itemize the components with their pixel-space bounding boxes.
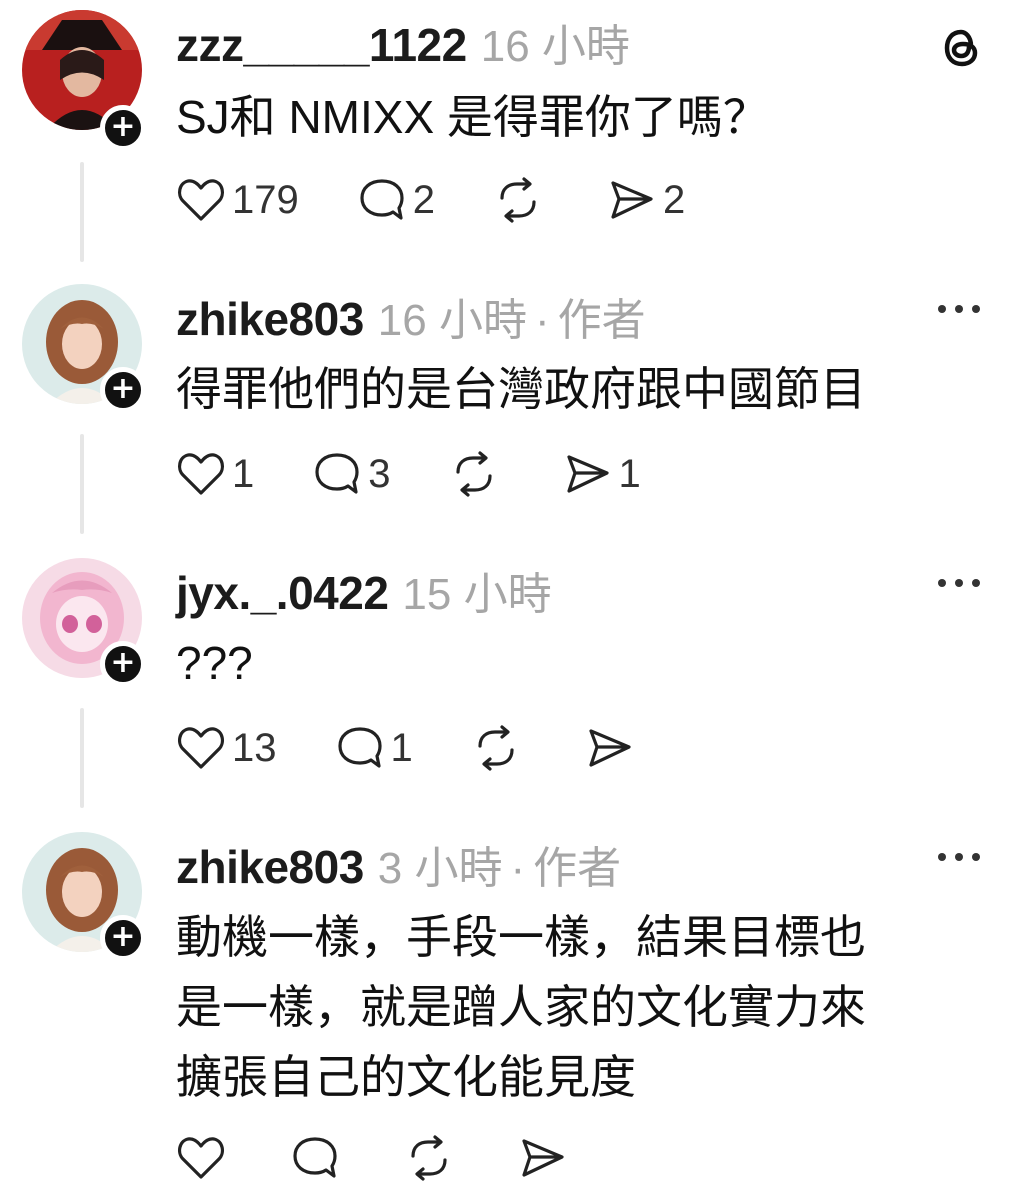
action-bar: 179 2 2 (176, 170, 743, 230)
timestamp: 16 小時 (480, 22, 630, 71)
comment-line: 擴張自己的文化能見度 (176, 1051, 636, 1103)
repost-button[interactable] (493, 176, 549, 224)
share-icon (522, 1139, 564, 1177)
follow-button[interactable]: + (100, 915, 146, 961)
like-button[interactable]: 1 (176, 451, 254, 497)
comment-line: 得罪他們的是台灣政府跟中國節目 (176, 363, 866, 415)
comment-text: 得罪他們的是台灣政府跟中國節目 (176, 354, 866, 424)
comment-line: 動機一樣，手段一樣，結果目標也 (176, 911, 866, 963)
comment-post-1: + zzz_____1122 16 小時 SJ和 NMIXX 是得罪你了嗎？ 1… (0, 10, 1027, 270)
reply-count: 2 (412, 177, 435, 222)
share-icon (566, 455, 609, 493)
post-header: jyx._.0422 15 小時 (176, 558, 552, 620)
thread-line (80, 434, 84, 534)
username[interactable]: zzz_____1122 (176, 18, 467, 72)
comment-text: 動機一樣，手段一樣，結果目標也 是一樣，就是蹭人家的文化實力來 擴張自己的文化能… (176, 902, 866, 1112)
post-header: zzz_____1122 16 小時 (176, 10, 630, 72)
share-button[interactable] (518, 1135, 574, 1181)
heart-icon (177, 1137, 225, 1179)
plus-icon: + (110, 371, 136, 406)
like-button[interactable] (176, 1135, 232, 1181)
like-count: 1 (232, 451, 255, 496)
reply-button[interactable] (290, 1134, 346, 1182)
reply-count: 3 (368, 451, 391, 496)
comment-post-3: + jyx._.0422 15 小時 ??? 13 1 (0, 558, 1027, 818)
comment-post-4: + zhike803 3 小時 · 作者 動機一樣，手段一樣，結果目標也 是一樣… (0, 832, 1027, 1192)
comment-line: ??? (176, 637, 253, 689)
reply-button[interactable]: 2 (357, 176, 435, 224)
repost-button[interactable] (404, 1134, 460, 1182)
repost-icon (455, 451, 492, 497)
comment-icon (337, 727, 382, 768)
action-bar (176, 1128, 632, 1188)
heart-icon (177, 453, 225, 495)
author-label: 作者 (557, 296, 646, 345)
reply-button[interactable]: 1 (335, 724, 413, 772)
separator-dot: · (510, 844, 526, 893)
plus-icon: + (110, 919, 136, 954)
share-icon (611, 181, 653, 219)
username[interactable]: zhike803 (176, 840, 364, 894)
comment-text: ??? (176, 628, 253, 698)
share-button[interactable] (585, 725, 641, 771)
comment-icon (315, 453, 359, 494)
share-button[interactable]: 1 (563, 451, 641, 497)
plus-icon: + (110, 109, 136, 144)
comment-line: 是一樣，就是蹭人家的文化實力來 (176, 981, 866, 1033)
reply-button[interactable]: 3 (312, 450, 391, 498)
comment-icon (293, 1137, 337, 1178)
share-button[interactable]: 2 (607, 177, 685, 223)
heart-icon (177, 179, 225, 221)
comment-icon (360, 179, 404, 220)
share-count: 1 (618, 451, 641, 496)
repost-icon (478, 725, 514, 771)
repost-button[interactable] (449, 450, 505, 498)
comment-post-2: + zhike803 16 小時 · 作者 得罪他們的是台灣政府跟中國節目 1 … (0, 284, 1027, 544)
author-label: 作者 (533, 844, 622, 893)
like-button[interactable]: 179 (176, 177, 299, 223)
action-bar: 1 3 1 (176, 444, 699, 504)
comment-line: SJ和 NMIXX 是得罪你了嗎？ (176, 91, 769, 143)
repost-icon (500, 177, 536, 223)
heart-icon (177, 727, 225, 769)
share-count: 2 (663, 177, 686, 222)
timestamp: 16 小時 (377, 296, 527, 345)
separator-dot: · (534, 296, 550, 345)
follow-button[interactable]: + (100, 367, 146, 413)
username[interactable]: zhike803 (176, 292, 364, 346)
follow-button[interactable]: + (100, 105, 146, 151)
thread-line (80, 708, 84, 808)
thread-line (80, 162, 84, 262)
repost-icon (411, 1135, 447, 1181)
like-count: 179 (232, 177, 299, 222)
comment-text: SJ和 NMIXX 是得罪你了嗎？ (176, 82, 769, 152)
post-header: zhike803 16 小時 · 作者 (176, 284, 646, 346)
like-count: 13 (232, 725, 277, 770)
timestamp: 15 小時 (402, 570, 552, 619)
plus-icon: + (110, 645, 136, 680)
follow-button[interactable]: + (100, 641, 146, 687)
repost-button[interactable] (471, 724, 527, 772)
share-icon (589, 729, 631, 767)
reply-count: 1 (390, 725, 413, 770)
timestamp: 3 小時 (377, 844, 503, 893)
post-header: zhike803 3 小時 · 作者 (176, 832, 621, 894)
threads-logo-icon (942, 26, 982, 70)
like-button[interactable]: 13 (176, 725, 277, 771)
action-bar: 13 1 (176, 718, 699, 778)
more-options-icon[interactable] (936, 302, 982, 316)
username[interactable]: jyx._.0422 (176, 566, 389, 620)
more-options-icon[interactable] (936, 850, 982, 864)
more-options-icon[interactable] (936, 576, 982, 590)
